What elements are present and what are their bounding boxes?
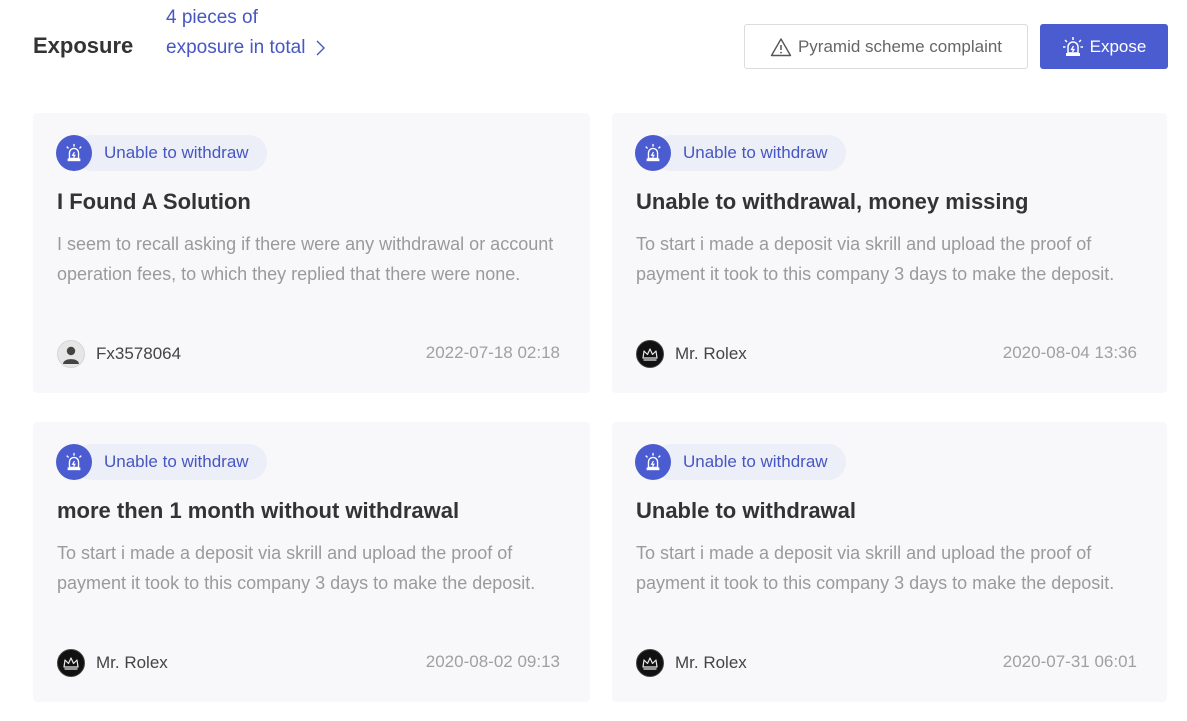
card-title: Unable to withdrawal	[636, 498, 857, 523]
card-title: Unable to withdrawal, money missing	[636, 189, 1029, 214]
category-pill: Unable to withdraw	[653, 444, 846, 480]
card-author: Mr. Rolex	[636, 340, 747, 368]
category-tag: Unable to withdraw	[56, 444, 267, 480]
avatar	[57, 649, 85, 677]
crown-icon	[63, 657, 79, 670]
crown-icon	[642, 657, 658, 670]
category-label: Unable to withdraw	[683, 143, 828, 162]
exposure-summary-link[interactable]: 4 pieces of exposure in total	[166, 3, 341, 63]
default-user-icon	[63, 346, 79, 364]
card-author: Mr. Rolex	[636, 649, 747, 677]
card-description: To start i made a deposit via skrill and…	[636, 234, 1115, 284]
card-date: 2020-08-02 09:13	[425, 652, 560, 671]
exposure-card[interactable]: Unable to withdraw I Found A Solution I …	[33, 113, 590, 393]
category-pill: Unable to withdraw	[74, 444, 267, 480]
alarm-siren-icon	[635, 444, 671, 480]
card-description: To start i made a deposit via skrill and…	[636, 543, 1115, 593]
category-label: Unable to withdraw	[104, 143, 249, 162]
avatar	[57, 340, 85, 368]
category-tag: Unable to withdraw	[635, 444, 846, 480]
avatar	[636, 649, 664, 677]
section-title: Exposure	[33, 33, 134, 58]
category-tag: Unable to withdraw	[635, 135, 846, 171]
exposure-count-text: 4 pieces of exposure in total	[166, 7, 306, 58]
expose-button[interactable]: Expose	[1040, 24, 1168, 69]
exposure-card[interactable]: Unable to withdraw Unable to withdrawal …	[612, 422, 1167, 702]
card-date: 2020-07-31 06:01	[1002, 652, 1137, 671]
card-title: more then 1 month without withdrawal	[57, 498, 460, 523]
alarm-siren-icon	[1062, 36, 1083, 56]
chevron-right-icon	[316, 40, 325, 56]
card-date: 2022-07-18 02:18	[425, 343, 560, 362]
warning-icon	[770, 37, 792, 56]
author-name: Mr. Rolex	[96, 653, 168, 672]
author-name: Mr. Rolex	[675, 344, 747, 363]
expose-label: Expose	[1089, 36, 1147, 56]
author-name: Mr. Rolex	[675, 653, 747, 672]
exposure-card-grid: Unable to withdraw I Found A Solution I …	[33, 113, 1167, 703]
card-author: Fx3578064	[57, 340, 181, 368]
author-name: Fx3578064	[96, 344, 182, 363]
card-date: 2020-08-04 13:36	[1002, 343, 1137, 362]
alarm-siren-icon	[56, 444, 92, 480]
alarm-siren-icon	[635, 135, 671, 171]
exposure-header: Exposure 4 pieces of exposure in total P…	[0, 0, 1187, 100]
category-tag: Unable to withdraw	[56, 135, 267, 171]
exposure-card[interactable]: Unable to withdraw Unable to withdrawal,…	[612, 113, 1167, 393]
avatar	[636, 340, 664, 368]
pyramid-complaint-button[interactable]: Pyramid scheme complaint	[744, 24, 1028, 69]
category-pill: Unable to withdraw	[653, 135, 846, 171]
category-label: Unable to withdraw	[104, 452, 249, 471]
card-title: I Found A Solution	[57, 189, 251, 214]
pyramid-complaint-label: Pyramid scheme complaint	[797, 36, 1003, 56]
crown-icon	[642, 348, 658, 361]
category-label: Unable to withdraw	[683, 452, 828, 471]
alarm-siren-icon	[56, 135, 92, 171]
exposure-card[interactable]: Unable to withdraw more then 1 month wit…	[33, 422, 590, 702]
card-description: To start i made a deposit via skrill and…	[57, 543, 536, 593]
card-author: Mr. Rolex	[57, 649, 168, 677]
card-description: I seem to recall asking if there were an…	[57, 234, 554, 284]
category-pill: Unable to withdraw	[74, 135, 267, 171]
